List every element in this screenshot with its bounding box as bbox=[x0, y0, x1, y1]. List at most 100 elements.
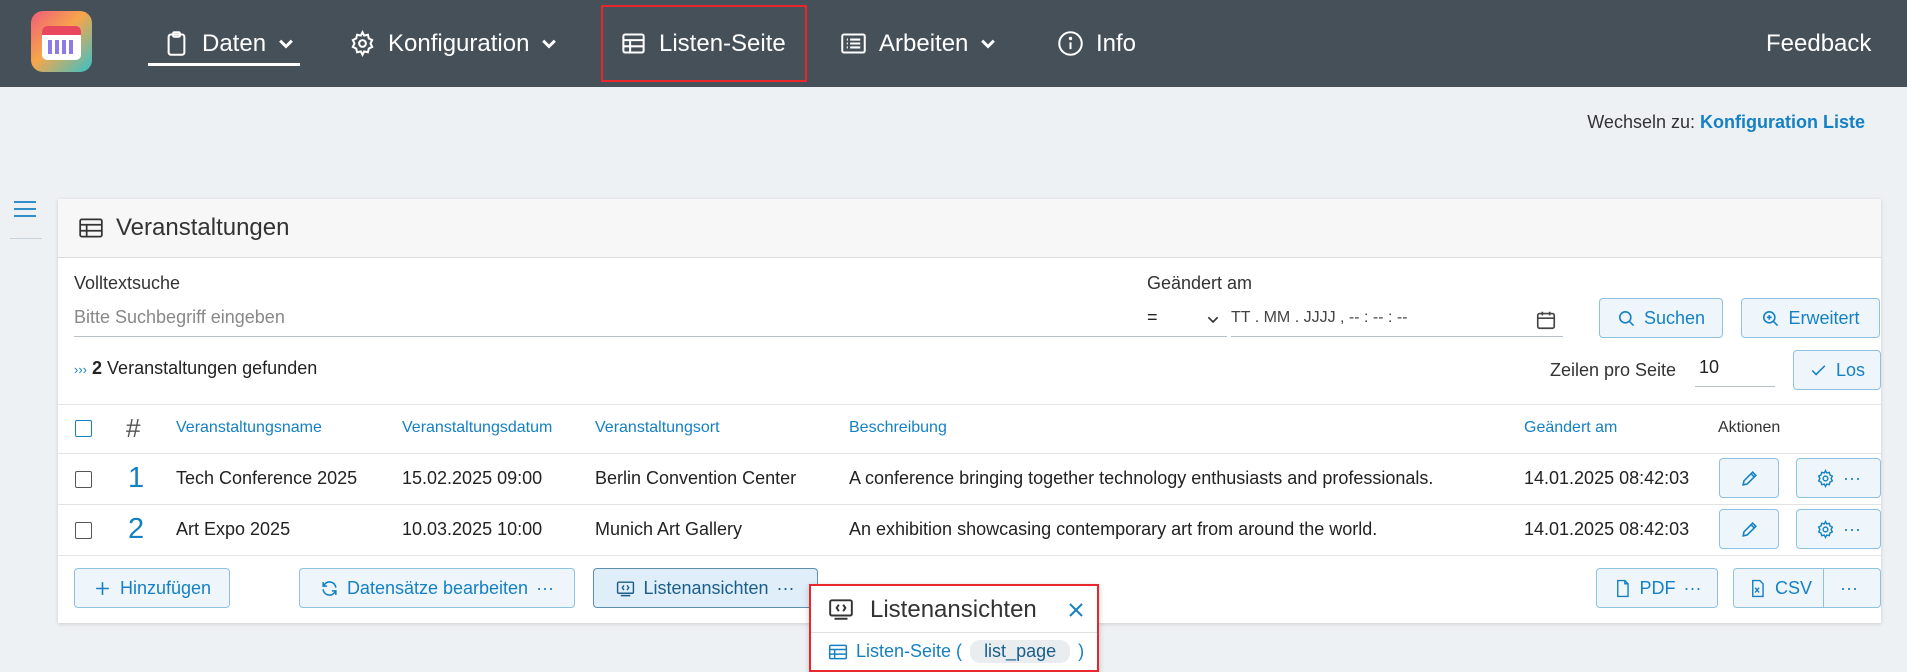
info-icon bbox=[1058, 31, 1083, 56]
table-top-border bbox=[58, 404, 1881, 405]
fulltext-label: Volltextsuche bbox=[74, 273, 181, 293]
column-header-number: # bbox=[126, 413, 141, 443]
close-icon[interactable] bbox=[1068, 602, 1084, 618]
code-window-icon bbox=[617, 580, 635, 596]
pdf-export-button[interactable]: PDF ··· bbox=[1596, 568, 1718, 608]
event-changed: 14.01.2025 08:42:03 bbox=[1524, 519, 1690, 539]
column-header-place[interactable]: Veranstaltungsort bbox=[595, 419, 720, 437]
csv-export-button[interactable]: CSV ··· bbox=[1733, 568, 1881, 608]
pdf-file-icon bbox=[1616, 579, 1629, 597]
date-placeholder: TT . MM . JJJJ , -- : -- : -- bbox=[1231, 309, 1408, 326]
event-description: A conference bringing together technolog… bbox=[849, 468, 1434, 488]
results-text: Veranstaltungen gefunden bbox=[107, 358, 318, 378]
results-count: ››› 2 Veranstaltungen gefunden bbox=[74, 358, 317, 379]
row-checkbox[interactable] bbox=[75, 471, 92, 488]
advanced-button-label: Erweitert bbox=[1788, 307, 1860, 328]
calendar-icon[interactable] bbox=[1535, 309, 1557, 331]
popup-title: Listenansichten bbox=[870, 596, 1037, 623]
chevron-down-icon bbox=[1207, 316, 1219, 324]
more-icon[interactable]: ··· bbox=[1840, 578, 1858, 599]
list-views-popup: Listenansichten Listen-Seite ( list_page… bbox=[809, 584, 1099, 672]
event-place: Munich Art Gallery bbox=[595, 519, 743, 539]
advanced-search-button[interactable]: Erweitert bbox=[1741, 298, 1880, 338]
rows-per-page-input[interactable]: 10 bbox=[1695, 353, 1775, 387]
event-date: 10.03.2025 10:00 bbox=[402, 519, 543, 539]
csv-label: CSV bbox=[1775, 577, 1813, 598]
event-description: An exhibition showcasing contemporary ar… bbox=[849, 519, 1378, 539]
excel-file-icon bbox=[1752, 579, 1764, 597]
code-window-icon bbox=[829, 599, 853, 620]
gear-icon bbox=[351, 30, 374, 57]
fulltext-search-input[interactable]: Bitte Suchbegriff eingeben bbox=[74, 303, 1147, 337]
switch-view: Wechseln zu: Konfiguration Liste bbox=[1587, 112, 1865, 133]
pencil-icon bbox=[1741, 470, 1757, 486]
pdf-label: PDF bbox=[1639, 577, 1676, 598]
nav-info[interactable]: Info bbox=[1057, 0, 1136, 87]
check-icon bbox=[1811, 364, 1826, 376]
active-nav-underline bbox=[148, 63, 300, 66]
results-number: 2 bbox=[92, 358, 103, 378]
go-button-label: Los bbox=[1835, 359, 1866, 380]
refresh-icon bbox=[322, 580, 337, 596]
operator-select[interactable]: = bbox=[1147, 303, 1227, 337]
row-checkbox[interactable] bbox=[75, 522, 92, 539]
operator-value: = bbox=[1147, 307, 1158, 327]
column-header-description[interactable]: Beschreibung bbox=[849, 419, 947, 437]
column-header-name[interactable]: Veranstaltungsname bbox=[176, 419, 322, 437]
gear-icon bbox=[1817, 519, 1834, 539]
edit-row-button[interactable] bbox=[1719, 458, 1779, 498]
zoom-in-icon bbox=[1763, 310, 1779, 326]
split-divider bbox=[1823, 569, 1824, 607]
column-header-changed[interactable]: Geändert am bbox=[1524, 419, 1617, 437]
edit-records-button[interactable]: Datensätze bearbeiten ··· bbox=[299, 568, 575, 608]
go-button[interactable]: Los bbox=[1793, 350, 1881, 390]
column-header-actions: Aktionen bbox=[1718, 419, 1781, 436]
nav-konfiguration[interactable]: Konfiguration bbox=[349, 0, 559, 87]
nav-daten[interactable]: Daten bbox=[163, 0, 296, 87]
top-navbar: Daten Konfiguration Listen-Seite Arbeite… bbox=[0, 0, 1907, 87]
more-icon: ··· bbox=[1683, 577, 1702, 598]
hamburger-menu-icon[interactable] bbox=[14, 200, 36, 218]
nav-info-label: Info bbox=[1096, 29, 1137, 57]
column-header-date[interactable]: Veranstaltungsdatum bbox=[402, 419, 552, 437]
more-icon: ··· bbox=[1843, 518, 1861, 539]
event-date: 15.02.2025 09:00 bbox=[402, 468, 543, 488]
row-settings-button[interactable]: ··· bbox=[1796, 509, 1881, 549]
app-logo[interactable] bbox=[31, 11, 92, 72]
add-button[interactable]: Hinzufügen bbox=[74, 568, 230, 608]
highlight-box-nav bbox=[601, 5, 807, 82]
event-name: Art Expo 2025 bbox=[176, 519, 291, 539]
card-header: Veranstaltungen bbox=[58, 199, 1881, 258]
event-changed: 14.01.2025 08:42:03 bbox=[1524, 468, 1690, 488]
switch-prefix: Wechseln zu: bbox=[1587, 112, 1695, 132]
nav-arbeiten[interactable]: Arbeiten bbox=[840, 0, 998, 87]
feedback-link[interactable]: Feedback bbox=[1766, 0, 1871, 87]
gear-icon bbox=[1817, 468, 1834, 488]
popup-item-listen-seite[interactable]: Listen-Seite ( list_page ) bbox=[828, 640, 1084, 663]
popup-divider bbox=[811, 632, 1097, 633]
search-button[interactable]: Suchen bbox=[1599, 298, 1723, 338]
results-chevron-icon: ››› bbox=[74, 362, 87, 377]
row-divider bbox=[58, 504, 1881, 505]
switch-link[interactable]: Konfiguration Liste bbox=[1700, 112, 1865, 132]
more-icon: ··· bbox=[776, 577, 795, 598]
list-views-button[interactable]: Listenansichten ··· bbox=[593, 568, 818, 608]
more-icon: ··· bbox=[536, 577, 555, 598]
card-title: Veranstaltungen bbox=[116, 214, 290, 241]
nav-daten-label: Daten bbox=[202, 29, 267, 57]
clipboard-icon bbox=[167, 31, 186, 56]
row-number[interactable]: 2 bbox=[128, 513, 144, 546]
feedback-label: Feedback bbox=[1766, 29, 1872, 57]
search-icon bbox=[1618, 310, 1635, 326]
event-name: Tech Conference 2025 bbox=[176, 468, 358, 488]
row-number[interactable]: 1 bbox=[128, 462, 144, 495]
popup-item-paren: ) bbox=[1078, 641, 1085, 661]
table-icon bbox=[828, 644, 848, 659]
rows-per-page-label: Zeilen pro Seite bbox=[1550, 360, 1677, 380]
row-settings-button[interactable]: ··· bbox=[1796, 458, 1881, 498]
date-input[interactable]: TT . MM . JJJJ , -- : -- : -- bbox=[1231, 303, 1563, 337]
edit-row-button[interactable] bbox=[1719, 509, 1779, 549]
popup-item-code-badge: list_page bbox=[970, 640, 1071, 663]
more-icon: ··· bbox=[1843, 467, 1861, 488]
select-all-checkbox[interactable] bbox=[75, 420, 92, 437]
